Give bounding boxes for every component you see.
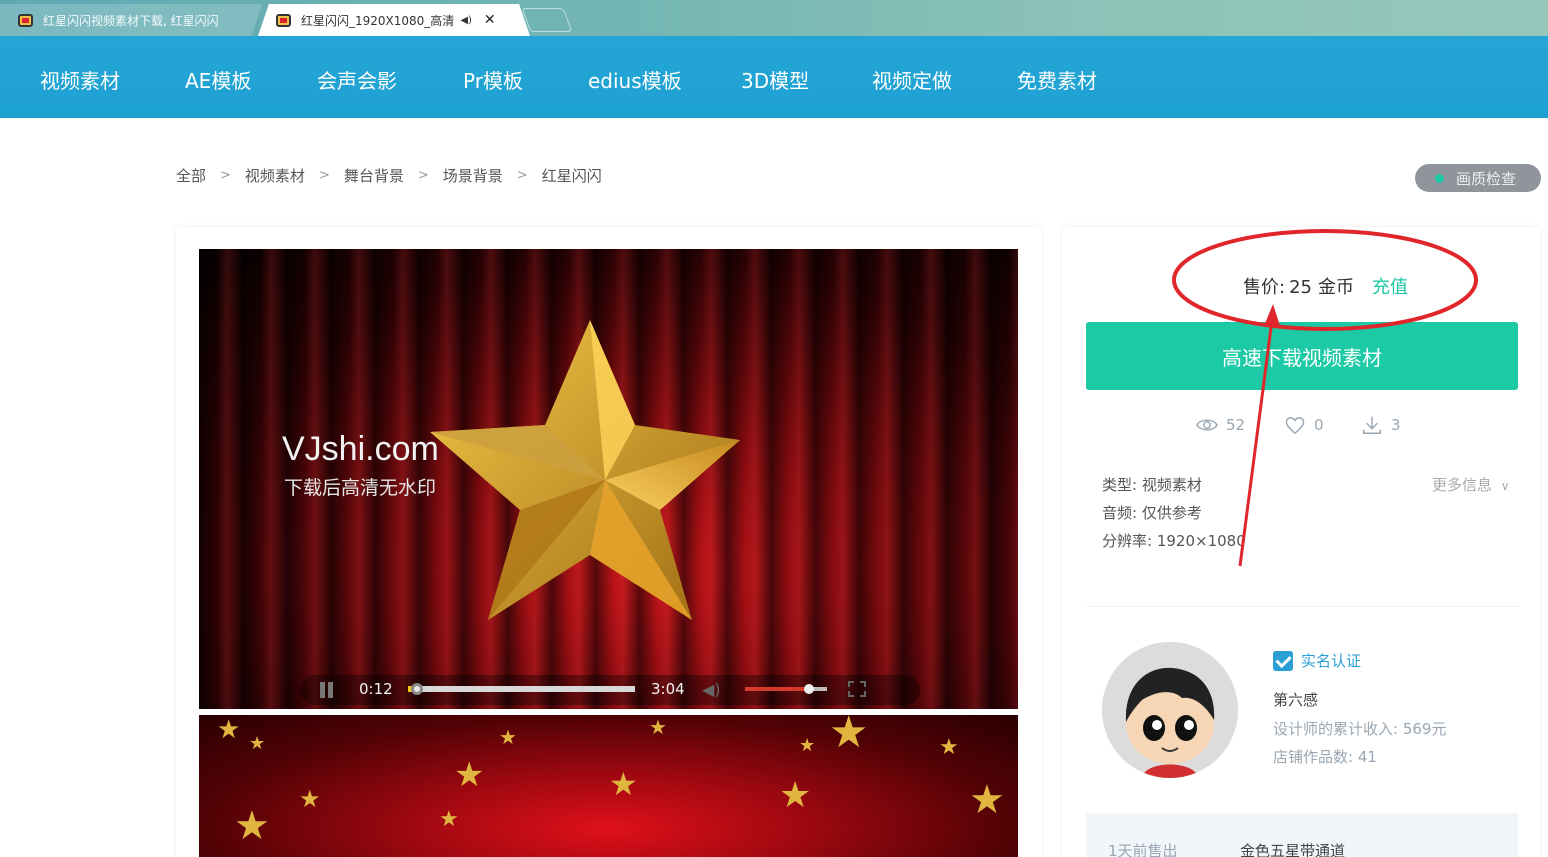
chevron-right-icon: > [220, 167, 231, 183]
price-line: 售价: 25 金币 充值 [1243, 273, 1408, 299]
gold-star-image [430, 320, 740, 620]
crumb-video[interactable]: 视频素材 [245, 165, 305, 186]
pause-icon[interactable] [318, 682, 336, 698]
volume-handle[interactable] [804, 684, 814, 694]
star-decoration-icon: ★ [829, 715, 869, 758]
star-decoration-icon: ★ [299, 785, 321, 813]
verified-badge: 实名认证 [1273, 650, 1361, 671]
eye-icon [1196, 419, 1218, 431]
progress-handle[interactable] [411, 683, 423, 695]
crumb-stage[interactable]: 舞台背景 [344, 165, 404, 186]
chevron-down-icon: ∨ [1500, 479, 1510, 493]
info-resolution: 分辨率: 1920×1080 [1102, 532, 1246, 550]
star-decoration-icon: ★ [249, 733, 266, 754]
designer-avatar[interactable] [1102, 642, 1238, 778]
star-decoration-icon: ★ [234, 803, 270, 849]
downloads-stat: 3 [1361, 414, 1401, 436]
sale-item-link[interactable]: 金色五星带通道 [1240, 840, 1345, 857]
video-watermark-note: 下载后高清无水印 [284, 477, 437, 499]
tv-favicon-icon [276, 13, 291, 27]
star-decoration-icon: ★ [499, 725, 517, 749]
more-info-toggle[interactable]: 更多信息 ∨ [1432, 474, 1510, 495]
close-tab-icon[interactable]: ✕ [484, 12, 496, 28]
tab-title: 红星闪闪视频素材下载, 红星闪闪 [43, 13, 219, 28]
price-unit: 金币 [1317, 277, 1354, 298]
views-stat: 52 [1196, 414, 1245, 436]
fullscreen-icon[interactable] [848, 681, 866, 697]
nav-item-vegas[interactable]: 会声会影 [317, 36, 397, 118]
browser-tab-inactive[interactable]: 红星闪闪视频素材下载, 红星闪闪 [0, 4, 262, 36]
divider [1086, 606, 1518, 607]
crumb-all[interactable]: 全部 [176, 165, 206, 186]
tab-title: 红星闪闪_1920X1080_高清 [301, 13, 455, 28]
price-value: 25 [1289, 277, 1312, 298]
star-decoration-icon: ★ [217, 715, 241, 745]
check-icon [1273, 650, 1293, 671]
cartoon-avatar-image [1102, 642, 1238, 778]
quality-check-label: 画质检查 [1456, 169, 1517, 188]
tv-favicon-icon [18, 13, 33, 27]
download-button[interactable]: 高速下载视频素材 [1086, 322, 1518, 390]
likes-count: 0 [1314, 416, 1324, 434]
star-decoration-icon: ★ [649, 715, 667, 739]
preview-thumbnail[interactable]: ★ ★ ★ ★ ★ ★ ★ ★ ★ ★ ★ ★ ★ ★ [199, 715, 1018, 857]
downloads-count: 3 [1391, 416, 1401, 434]
crumb-current: 红星闪闪 [541, 166, 602, 185]
nav-item-ae[interactable]: AE模板 [185, 36, 251, 118]
nav-item-free[interactable]: 免费素材 [1017, 36, 1097, 118]
download-icon [1363, 416, 1381, 434]
nav-item-video[interactable]: 视频素材 [40, 36, 120, 118]
verified-label: 实名认证 [1301, 652, 1362, 670]
volume-icon[interactable]: ◀) [702, 680, 721, 699]
chevron-right-icon: > [417, 167, 429, 183]
star-decoration-icon: ★ [609, 765, 638, 803]
info-type: 类型: 视频素材 [1102, 476, 1202, 494]
star-decoration-icon: ★ [454, 755, 485, 795]
crumb-scene[interactable]: 场景背景 [443, 165, 503, 186]
progress-bar[interactable] [408, 686, 635, 692]
volume-fill [745, 687, 809, 691]
likes-stat[interactable]: 0 [1284, 414, 1324, 436]
breadcrumb: 全部 > 视频素材 > 舞台背景 > 场景背景 > 红星闪闪 [176, 163, 602, 187]
new-tab-button[interactable] [521, 8, 573, 32]
sale-time: 1天前售出 [1108, 842, 1178, 857]
quality-check-button[interactable]: 画质检查 [1415, 164, 1541, 192]
views-count: 52 [1226, 416, 1246, 434]
star-decoration-icon: ★ [939, 735, 959, 760]
speaker-icon[interactable]: ◀) [460, 15, 472, 26]
chevron-right-icon: > [318, 167, 330, 183]
star-decoration-icon: ★ [799, 735, 816, 756]
nav-item-pr[interactable]: Pr模板 [463, 36, 523, 118]
duration-time: 3:04 [651, 680, 685, 698]
heart-icon[interactable] [1284, 414, 1306, 436]
star-decoration-icon: ★ [969, 777, 1005, 823]
nav-item-custom[interactable]: 视频定做 [872, 36, 952, 118]
site-nav: 视频素材 AE模板 会声会影 Pr模板 edius模板 3D模型 视频定做 免费… [0, 36, 1548, 118]
browser-tab-strip: 红星闪闪视频素材下载, 红星闪闪 红星闪闪_1920X1080_高清 ◀) ✕ [0, 0, 1548, 36]
video-watermark: VJshi.com [282, 430, 439, 468]
status-dot-icon [1435, 173, 1444, 183]
browser-tab-active[interactable]: 红星闪闪_1920X1080_高清 ◀) ✕ [258, 4, 530, 36]
chevron-right-icon: > [516, 167, 528, 183]
nav-item-3d[interactable]: 3D模型 [741, 36, 809, 118]
nav-item-edius[interactable]: edius模板 [588, 36, 682, 118]
current-time: 0:12 [359, 680, 393, 698]
info-audio: 音频: 仅供参考 [1102, 504, 1202, 522]
recharge-link[interactable]: 充值 [1372, 273, 1408, 299]
star-decoration-icon: ★ [779, 775, 812, 816]
designer-income: 设计师的累计收入: 569元 [1273, 720, 1447, 738]
star-decoration-icon: ★ [439, 807, 459, 832]
designer-works: 店铺作品数: 41 [1273, 748, 1377, 766]
more-info-label: 更多信息 [1432, 476, 1493, 494]
price-label: 售价: [1243, 277, 1286, 298]
designer-name[interactable]: 第六感 [1273, 689, 1318, 710]
